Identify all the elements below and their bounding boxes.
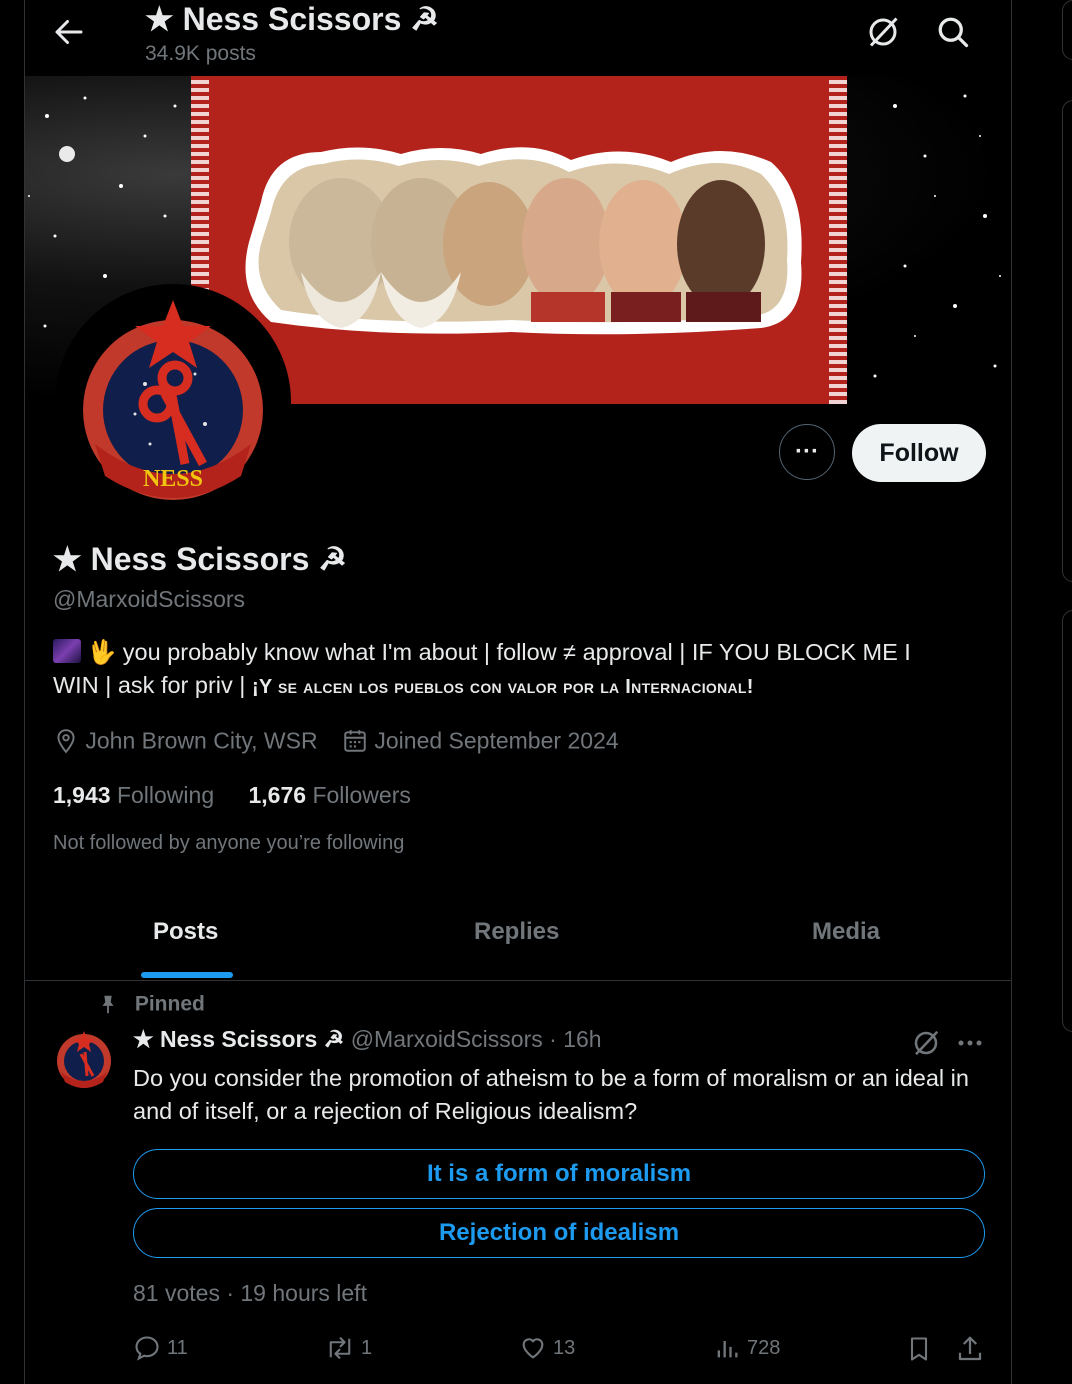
- post-timestamp[interactable]: · 16h: [549, 1026, 601, 1052]
- post-author-name[interactable]: ★ Ness Scissors ☭: [133, 1026, 344, 1052]
- right-panel-search-edge: [1062, 0, 1072, 60]
- grok-icon[interactable]: [911, 1028, 941, 1058]
- more-options-button[interactable]: ···: [779, 424, 835, 480]
- location-icon: [57, 729, 75, 754]
- profile-joined-date: Joined September 2024: [374, 727, 619, 754]
- calendar-icon: [344, 730, 366, 752]
- mutual-followers-note: Not followed by anyone you’re following: [53, 832, 405, 854]
- post-author-handle[interactable]: @MarxoidScissors: [351, 1026, 543, 1052]
- profile-avatar[interactable]: NESS: [55, 284, 291, 520]
- poll-option-1[interactable]: It is a form of moralism: [133, 1149, 985, 1199]
- profile-display-name: ★ Ness Scissors ☭: [53, 541, 347, 577]
- profile-stats: 1,943 Following 1,676 Followers: [53, 782, 411, 809]
- profile-location: John Brown City, WSR: [85, 727, 318, 754]
- reply-count: 11: [167, 1336, 188, 1359]
- right-panel-card-edge-2: [1062, 610, 1072, 1032]
- like-button[interactable]: 13: [519, 1334, 575, 1362]
- repost-button[interactable]: 1: [325, 1334, 372, 1362]
- views-chart-icon: [717, 1341, 738, 1358]
- follow-button[interactable]: Follow: [852, 424, 986, 482]
- views-button[interactable]: 728: [713, 1334, 780, 1362]
- reply-icon: [135, 1336, 159, 1361]
- followers-label: Followers: [312, 782, 411, 808]
- post-author-avatar[interactable]: [53, 1028, 115, 1090]
- top-header: ★ Ness Scissors ☭ 34.9K posts: [25, 0, 1011, 76]
- following-link[interactable]: 1,943 Following: [53, 782, 214, 808]
- post-more-icon[interactable]: [955, 1030, 985, 1056]
- grok-icon[interactable]: [865, 14, 901, 50]
- pinned-label-row: Pinned: [97, 992, 205, 1016]
- repost-count: 1: [361, 1336, 373, 1359]
- avatar-emblem-text: NESS: [143, 466, 203, 492]
- post-header: ★ Ness Scissors ☭ @MarxoidScissors · 16h: [133, 1026, 602, 1053]
- like-count: 13: [553, 1336, 576, 1359]
- bio-line-1: you probably know what I'm about | follo…: [122, 639, 911, 665]
- following-label: Following: [116, 782, 215, 808]
- profile-column: ★ Ness Scissors ☭ 34.9K posts NESS ··· F…: [24, 0, 1012, 1384]
- vulcan-salute-emoji-icon: 🖖: [87, 639, 117, 665]
- right-panel-card-edge: [1062, 100, 1072, 582]
- profile-meta: John Brown City, WSR Joined September 20…: [53, 726, 619, 754]
- milky-way-emoji-icon: [53, 639, 81, 663]
- back-arrow-icon[interactable]: [51, 14, 87, 50]
- tab-replies[interactable]: Replies: [474, 918, 559, 946]
- views-count: 728: [747, 1336, 781, 1359]
- followers-count: 1,676: [248, 782, 307, 808]
- header-post-count: 34.9K posts: [145, 42, 256, 65]
- repost-icon: [329, 1336, 351, 1360]
- following-count: 1,943: [53, 782, 111, 808]
- bio-anthem-text: ¡Y se alcen los pueblos con valor por la…: [251, 676, 754, 698]
- bookmark-icon[interactable]: [905, 1334, 933, 1364]
- ness-emblem-image: NESS: [83, 300, 263, 500]
- tab-posts[interactable]: Posts: [153, 918, 218, 946]
- pin-icon: [102, 996, 114, 1014]
- poll-option-2[interactable]: Rejection of idealism: [133, 1208, 985, 1258]
- profile-bio: 🖖 you probably know what I'm about | fol…: [53, 636, 983, 704]
- heart-icon: [522, 1338, 544, 1359]
- tab-media[interactable]: Media: [812, 918, 880, 946]
- portraits-sticker-image: [245, 147, 802, 335]
- share-icon[interactable]: [955, 1334, 985, 1364]
- profile-tabs: Posts Replies Media: [25, 900, 1011, 981]
- reply-button[interactable]: 11: [133, 1334, 188, 1362]
- header-title: ★ Ness Scissors ☭: [145, 1, 439, 37]
- search-icon[interactable]: [935, 14, 971, 50]
- bio-line-2: WIN | ask for priv |: [53, 672, 252, 698]
- followers-link[interactable]: 1,676 Followers: [249, 782, 411, 808]
- active-tab-indicator: [141, 972, 233, 978]
- post-text: Do you consider the promotion of atheism…: [133, 1065, 969, 1124]
- pinned-label: Pinned: [134, 992, 205, 1016]
- profile-handle: @MarxoidScissors: [53, 586, 246, 612]
- poll-meta: 81 votes · 19 hours left: [133, 1280, 367, 1306]
